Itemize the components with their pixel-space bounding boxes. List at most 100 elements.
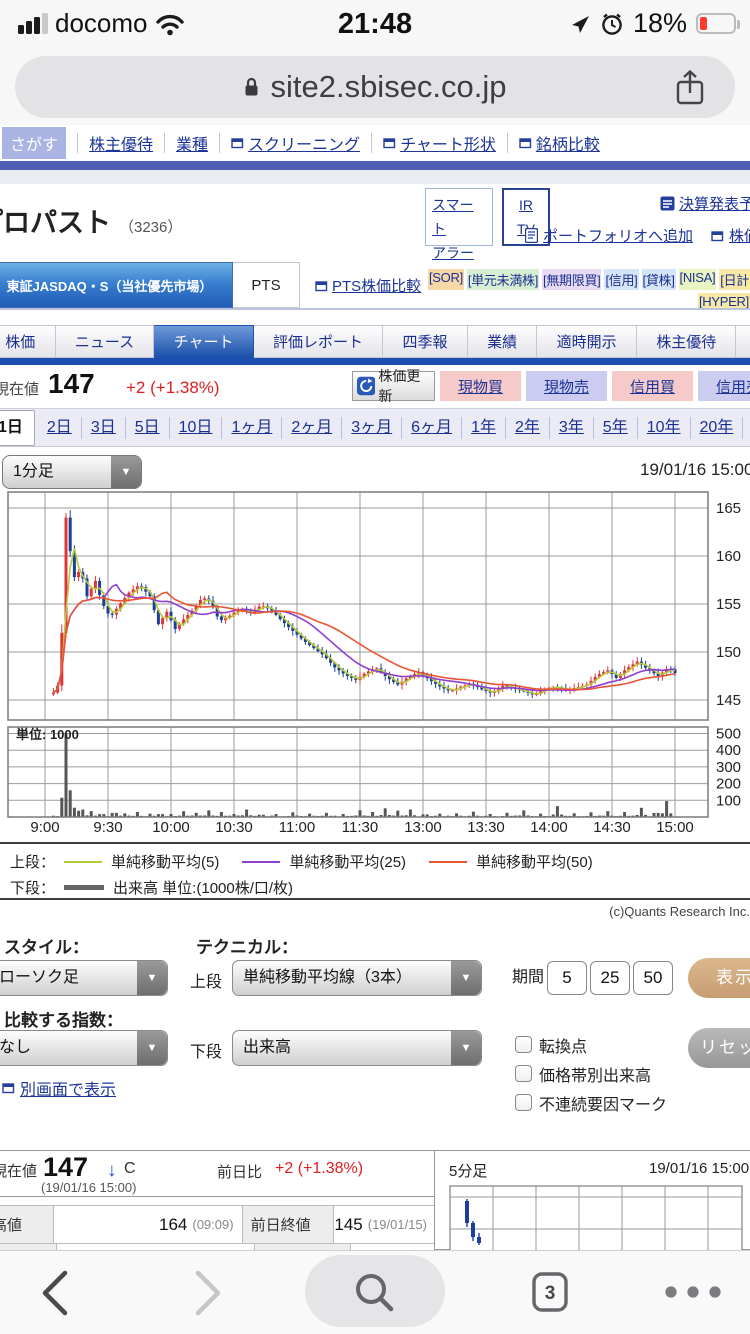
stock-code: （3236）	[119, 219, 182, 236]
ir-link[interactable]: IR	[504, 193, 548, 217]
ma-swatch	[429, 861, 467, 863]
period-input-0[interactable]: 5	[547, 961, 587, 995]
technical-label: テクニカル：	[196, 933, 298, 958]
earnings-link-label[interactable]: 決算発表予定	[679, 193, 750, 214]
period-option-14[interactable]: 20年	[691, 417, 744, 439]
page-tab-1[interactable]: ニュース	[56, 325, 155, 358]
smart-alert-line1[interactable]: スマート	[432, 193, 486, 241]
style-select[interactable]: ローソク足 ▼	[0, 960, 168, 996]
period-option-13[interactable]: 10年	[638, 417, 691, 439]
checkbox-option-1[interactable]: 価格帯別出来高	[515, 1059, 667, 1088]
tabs-button[interactable]: 3	[528, 1267, 572, 1317]
pts-compare-label[interactable]: PTS株価比較	[332, 275, 421, 296]
chevron-down-icon: ▼	[451, 1031, 481, 1065]
search-button[interactable]	[305, 1255, 445, 1327]
period-option-4[interactable]: 10日	[170, 417, 223, 439]
market-badge: [貸株]	[642, 269, 676, 290]
prev-close-value-cell: 145(19/01/15)	[334, 1206, 435, 1243]
time-tick-label: 11:00	[262, 819, 332, 836]
page-tab-2[interactable]: チャート	[154, 325, 253, 358]
svg-text:3: 3	[545, 1283, 556, 1304]
nav-item-3[interactable]: スクリーニング	[231, 131, 360, 155]
ma-swatch	[242, 861, 280, 863]
period-option-10[interactable]: 2年	[506, 417, 550, 439]
period-option-1[interactable]: 2日	[38, 417, 82, 439]
market-badge: [NISA]	[679, 269, 717, 290]
address-bar[interactable]: site2.sbisec.co.jp	[15, 56, 735, 118]
trade-button-0[interactable]: 現物買	[440, 371, 521, 401]
lower-indicator-select[interactable]: 出来高 ▼	[232, 1030, 482, 1066]
period-input-1[interactable]: 25	[590, 961, 630, 995]
checkbox-icon[interactable]	[515, 1065, 532, 1082]
time-axis-labels: 9:009:3010:0010:3011:0011:3013:0013:3014…	[0, 819, 750, 839]
legend-lower-row: 下段： 出来高 単位:(1000株/口/枚)	[10, 877, 293, 898]
checkbox-option-2[interactable]: 不連続要因マーク	[515, 1088, 667, 1117]
search-icon	[351, 1269, 399, 1317]
page-tab-label: 評価レポート	[273, 331, 363, 352]
market-tab-primary[interactable]: 東証JASDAQ・S（当社優先市場）	[0, 262, 233, 308]
nav-item-label: 株主優待	[89, 131, 153, 155]
trade-button-3[interactable]: 信用売	[698, 371, 750, 401]
page-tab-3[interactable]: 評価レポート	[254, 325, 384, 358]
period-option-0[interactable]: 1日	[0, 410, 35, 446]
checkbox-icon[interactable]	[515, 1036, 532, 1053]
period-option-9[interactable]: 1年	[462, 417, 506, 439]
period-option-12[interactable]: 5年	[594, 417, 638, 439]
nav-item-2[interactable]: 業種	[176, 131, 208, 155]
trade-button-1[interactable]: 現物売	[526, 371, 607, 401]
compare-select[interactable]: なし ▼	[0, 1030, 168, 1066]
period-option-3[interactable]: 5日	[126, 417, 170, 439]
smart-alert-link[interactable]: スマート アラート	[425, 188, 493, 246]
open-in-new-window-link[interactable]: 別画面で表示	[2, 1076, 116, 1100]
close-flag: C	[124, 1160, 136, 1178]
back-button[interactable]	[32, 1265, 78, 1321]
page-tab-6[interactable]: 適時開示	[537, 325, 637, 358]
alarm-icon	[600, 12, 624, 36]
market-tab-pts[interactable]: PTS	[233, 262, 300, 308]
more-options-button[interactable]	[662, 1283, 724, 1301]
show-button[interactable]: 表示	[688, 958, 750, 998]
page-tab-5[interactable]: 業績	[468, 325, 538, 358]
trade-button-2[interactable]: 信用買	[612, 371, 693, 401]
period-option-7[interactable]: 3ヶ月	[342, 417, 402, 439]
checkbox-icon[interactable]	[515, 1094, 532, 1111]
popup-link-label[interactable]: 別画面で表示	[20, 1076, 116, 1100]
divider-strip	[0, 170, 750, 184]
page-tab-label: 株価	[5, 331, 35, 352]
earnings-announcement-link[interactable]: 決算発表予定	[660, 193, 750, 214]
upper-indicator-select[interactable]: 単純移動平均線（3本） ▼	[232, 960, 482, 996]
nav-item-5[interactable]: 銘柄比較	[519, 131, 600, 155]
price-page-link[interactable]: 株価	[729, 225, 750, 246]
nav-item-4[interactable]: チャート形状	[383, 131, 496, 155]
chart-legend: 上段：単純移動平均(5)単純移動平均(25)単純移動平均(50) 下段： 出来高…	[0, 842, 750, 900]
pts-compare-link[interactable]: PTS株価比較	[315, 275, 421, 296]
refresh-quote-button[interactable]: 株価更新	[352, 371, 435, 401]
share-icon[interactable]	[673, 68, 707, 108]
nav-item-1[interactable]: 株主優待	[89, 131, 153, 155]
time-tick-label: 15:00	[640, 819, 710, 836]
period-option-5[interactable]: 1ヶ月	[222, 417, 282, 439]
interval-select[interactable]: 1分足 ▼	[2, 455, 142, 489]
ma-swatch	[64, 861, 102, 863]
separator	[164, 133, 165, 153]
portfolio-add-link[interactable]: ポートフォリオへ追加	[543, 225, 693, 246]
page-tab-8[interactable]: 分析	[736, 325, 750, 358]
period-option-6[interactable]: 2ヶ月	[282, 417, 342, 439]
market-badge: [日計り]	[719, 269, 750, 290]
reset-button[interactable]: リセット	[688, 1028, 750, 1068]
period-option-11[interactable]: 3年	[550, 417, 594, 439]
period-option-15[interactable]: 30年	[743, 417, 750, 439]
page-tab-7[interactable]: 株主優待	[637, 325, 737, 358]
time-tick-label: 14:00	[514, 819, 584, 836]
checkbox-option-0[interactable]: 転換点	[515, 1030, 667, 1059]
period-option-2[interactable]: 3日	[82, 417, 126, 439]
period-option-8[interactable]: 6ヶ月	[402, 417, 462, 439]
nav-item-0[interactable]: さがす	[2, 127, 66, 159]
page-tab-label: 四季報	[403, 331, 448, 352]
forward-button[interactable]	[185, 1265, 231, 1321]
page-tab-label: 株主優待	[656, 331, 716, 352]
page-tab-4[interactable]: 四季報	[383, 325, 468, 358]
period-input-2[interactable]: 50	[633, 961, 673, 995]
style-label: スタイル：	[4, 933, 89, 958]
page-tab-0[interactable]: 株価	[0, 325, 56, 358]
